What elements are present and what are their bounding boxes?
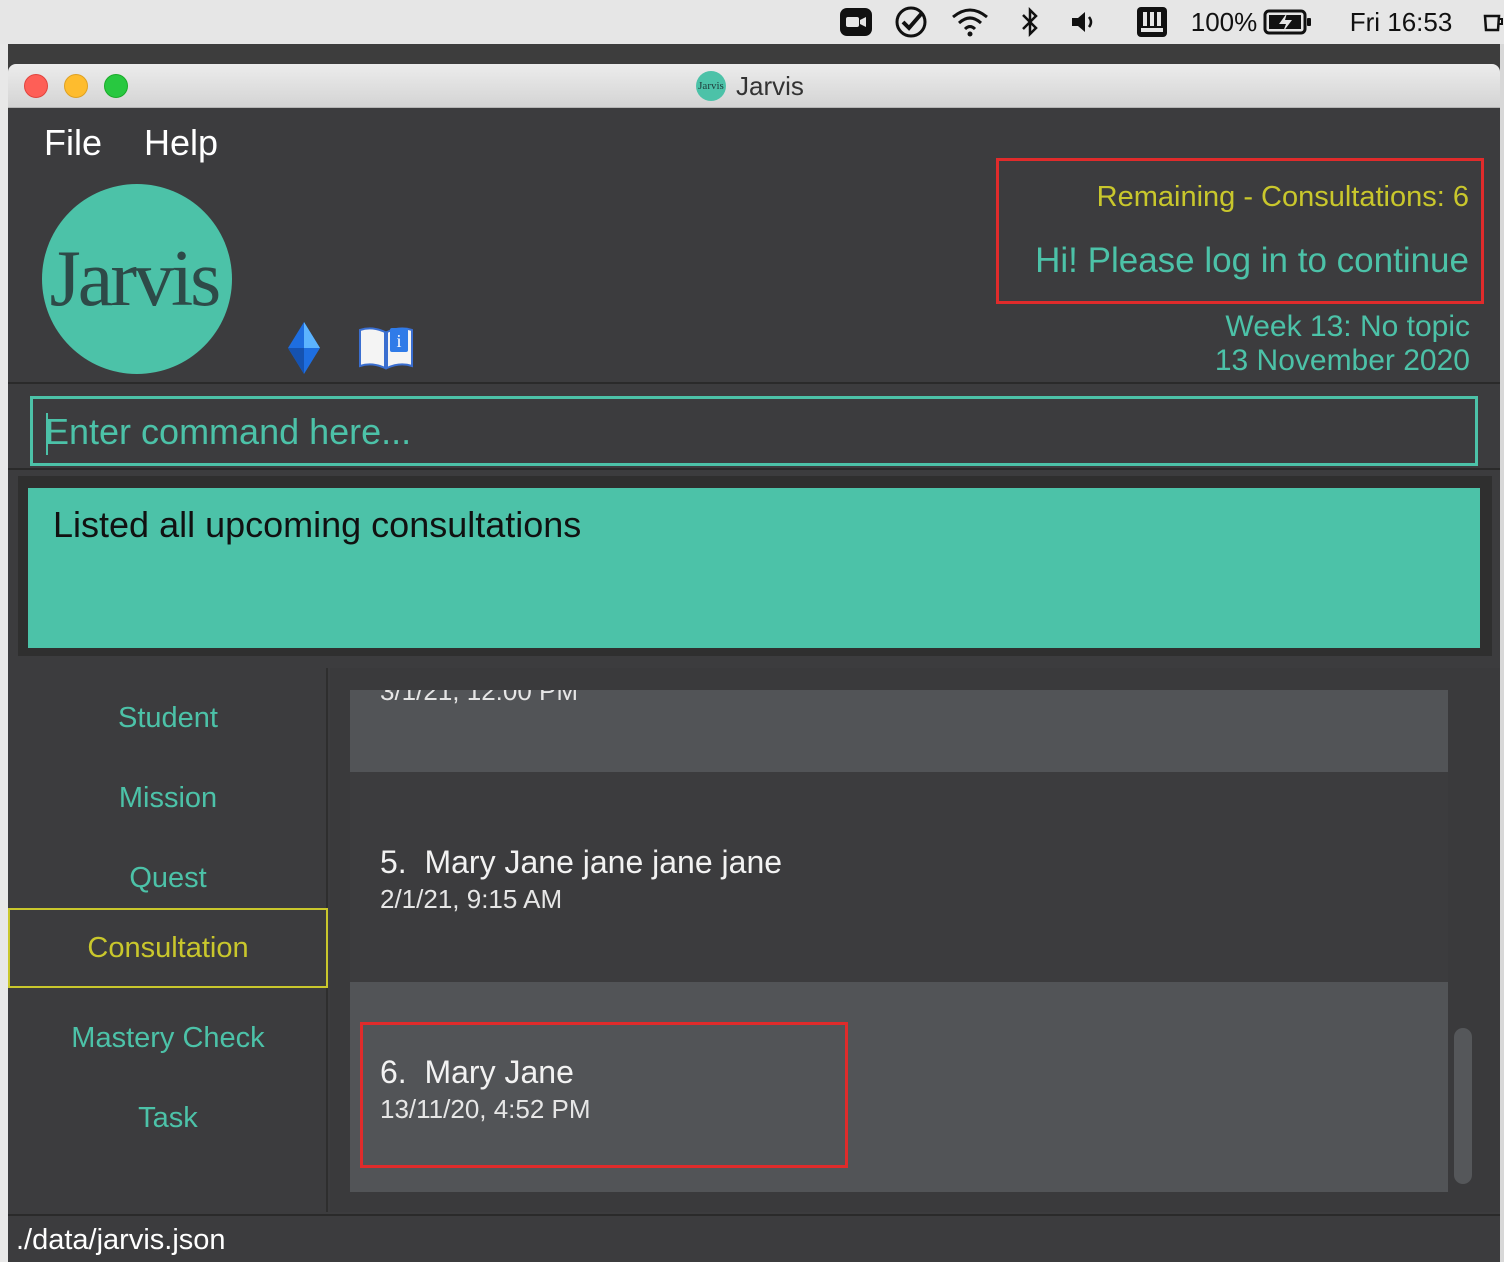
battery-percent: 100% [1190, 6, 1258, 37]
main-panel: Student Mission Quest Consultation Maste… [8, 668, 1500, 1212]
svg-text:i: i [396, 331, 401, 351]
diamond-icon[interactable] [286, 320, 322, 376]
book-info-icon[interactable]: i [358, 326, 414, 370]
consultation-name: 5. Mary Jane jane jane jane [380, 844, 783, 880]
list-item[interactable]: 3/1/21, 12:00 PM [350, 690, 1448, 772]
consultation-list[interactable]: 3/1/21, 12:00 PM 5. Mary Jane jane jane … [330, 668, 1500, 1212]
system-menubar: 100% Fri 16:53 [0, 0, 1504, 44]
jarvis-logo: Jarvis [42, 184, 232, 374]
sidebar-item-student[interactable]: Student [8, 680, 328, 756]
wifi-icon[interactable] [948, 0, 992, 44]
header-divider [8, 382, 1500, 384]
command-divider [8, 468, 1500, 470]
title-logo-icon: Jarvis [696, 71, 726, 101]
sidebar-item-consultation[interactable]: Consultation [8, 908, 328, 988]
sidebar-item-mission[interactable]: Mission [8, 760, 328, 836]
result-display: Listed all upcoming consultations [28, 488, 1480, 648]
consultation-time: 3/1/21, 12:00 PM [380, 690, 579, 706]
window-titlebar[interactable]: Jarvis Jarvis [8, 64, 1500, 108]
menu-app-icon[interactable] [1134, 0, 1170, 44]
bluetooth-icon[interactable] [1016, 0, 1044, 44]
close-window-button[interactable] [24, 74, 48, 98]
battery-icon[interactable] [1262, 0, 1314, 44]
file-menu[interactable]: File [44, 122, 102, 164]
window-title: Jarvis [736, 70, 804, 101]
status-bar: ./data/jarvis.json [8, 1214, 1500, 1262]
list-scrollbar[interactable] [1454, 1028, 1472, 1184]
logo-text: Jarvis [49, 234, 222, 323]
maximize-window-button[interactable] [104, 74, 128, 98]
annotation-highlight [360, 1022, 848, 1168]
text-caret [46, 413, 48, 455]
result-message: Listed all upcoming consultations [53, 504, 582, 545]
consultation-time: 2/1/21, 9:15 AM [380, 884, 563, 914]
window-title-group: Jarvis Jarvis [696, 70, 804, 102]
app-menu: File Help [44, 122, 218, 164]
remaining-consultations: Remaining - Consultations: 6 [1096, 181, 1469, 213]
list-item[interactable]: 6. Mary Jane 13/11/20, 4:52 PM [350, 982, 1448, 1192]
sidebar-item-task[interactable]: Task [8, 1080, 328, 1156]
zoom-icon[interactable] [838, 0, 874, 44]
current-date: 13 November 2020 [1214, 344, 1470, 377]
command-input[interactable] [45, 407, 1445, 457]
login-message: Hi! Please log in to continue [1035, 241, 1469, 280]
checkmark-icon[interactable] [892, 0, 930, 44]
sidebar: Student Mission Quest Consultation Maste… [8, 668, 328, 1212]
command-box [30, 396, 1478, 466]
desktop-background-right [1500, 44, 1504, 1262]
login-status-panel: Remaining - Consultations: 6 Hi! Please … [996, 158, 1484, 304]
sidebar-item-mastery-check[interactable]: Mastery Check [8, 1000, 328, 1076]
data-file-path: ./data/jarvis.json [16, 1224, 226, 1256]
cup-icon[interactable] [1482, 0, 1504, 44]
jarvis-window: Jarvis Jarvis File Help Jarvis i Remaini… [8, 64, 1500, 1262]
desktop-background-left [0, 44, 8, 1262]
list-item[interactable]: 5. Mary Jane jane jane jane 2/1/21, 9:15… [350, 772, 1448, 982]
minimize-window-button[interactable] [64, 74, 88, 98]
help-menu[interactable]: Help [144, 122, 218, 164]
sidebar-item-quest[interactable]: Quest [8, 840, 328, 916]
volume-icon[interactable] [1068, 0, 1102, 44]
week-topic: Week 13: No topic [1225, 310, 1470, 343]
clock[interactable]: Fri 16:53 [1340, 0, 1462, 44]
